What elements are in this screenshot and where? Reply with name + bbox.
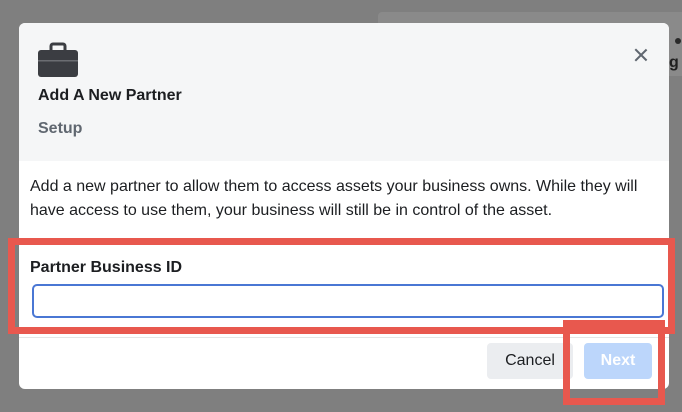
dialog-title: Add A New Partner xyxy=(38,87,182,104)
briefcase-icon xyxy=(38,42,78,77)
partner-business-id-input[interactable] xyxy=(32,284,664,318)
dialog-subtitle: Setup xyxy=(38,120,83,137)
footer-divider xyxy=(19,337,669,338)
next-button[interactable]: Next xyxy=(584,343,652,379)
close-icon[interactable] xyxy=(629,43,653,67)
add-partner-dialog: Add A New Partner Setup Add a new partne… xyxy=(19,23,669,389)
dialog-header: Add A New Partner Setup xyxy=(19,23,669,161)
background-partial-text: g xyxy=(669,54,679,71)
background-dot xyxy=(675,38,681,44)
partner-id-label: Partner Business ID xyxy=(30,259,183,276)
dialog-description: Add a new partner to allow them to acces… xyxy=(30,178,638,219)
partner-id-field-group: Partner Business ID xyxy=(19,247,669,337)
cancel-button[interactable]: Cancel xyxy=(487,343,573,379)
